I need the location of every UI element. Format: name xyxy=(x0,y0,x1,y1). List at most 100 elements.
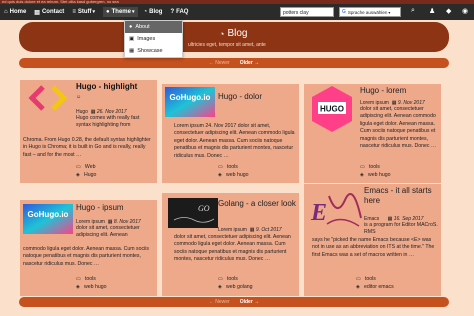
post-tags[interactable]: ◈ web golang xyxy=(218,284,253,290)
post-title[interactable]: Golang - a closer look xyxy=(218,199,296,209)
post-title[interactable]: Hugo - ipsum xyxy=(76,203,154,213)
nav-blog[interactable]: ◔ Blog xyxy=(144,9,163,15)
rss-icon: ◔ xyxy=(143,9,148,15)
nav-contact[interactable]: ▤ Contact xyxy=(34,9,64,16)
folder-icon: ▭ xyxy=(218,164,223,170)
search-icon[interactable]: ⌕ xyxy=(411,7,415,15)
post-excerpt-side: Hugo comes with really fast syntax highl… xyxy=(76,115,140,129)
hugo-highlight-thumbnail xyxy=(23,83,73,113)
language-select[interactable]: G Sprache auswählen ▾ xyxy=(339,7,401,17)
post-tags[interactable]: ◈ web hugo xyxy=(360,172,391,178)
folder-icon: ▭ xyxy=(76,164,81,170)
chevron-down-icon: ▾ xyxy=(92,9,96,15)
post-title[interactable]: Hugo - dolor xyxy=(218,92,296,102)
image-icon: ▣ xyxy=(129,36,135,42)
post-category-label: tools xyxy=(368,164,380,170)
post-title[interactable]: Hugo - lorem xyxy=(360,86,438,96)
older-link[interactable]: Older → xyxy=(240,299,259,305)
nav-blog-label: Blog xyxy=(149,9,163,15)
cart-icon: ≡ xyxy=(72,9,76,15)
post-category[interactable]: ▭ tools xyxy=(360,164,380,170)
info-icon: ● xyxy=(106,9,110,15)
post-excerpt: says he "picked the name Emacs because <… xyxy=(312,237,435,258)
top-navbar: ⌂ Home ▤ Contact ≡ Stuff ▾ ● Theme ▾ ◔ Blog ? FA… xyxy=(0,4,474,20)
post-tags-label: Hugo xyxy=(84,172,97,178)
nav-home-label: Home xyxy=(9,9,27,15)
post-category[interactable]: ▭ tools xyxy=(218,164,238,170)
post-tags-label: web hugo xyxy=(84,284,107,290)
nav-theme[interactable]: ● Theme ▾ xyxy=(103,7,138,17)
chevron-down-icon: ▾ xyxy=(388,9,391,15)
nav-stuff-label: Stuff xyxy=(77,9,92,15)
golang-handwriting-thumbnail: GO xyxy=(168,198,218,228)
menu-item-images-label: Images xyxy=(137,36,156,42)
post-tags-label: editor emacs xyxy=(364,284,394,290)
user-icon[interactable]: ♟ xyxy=(429,7,435,15)
menu-item-images[interactable]: ▣ Images xyxy=(125,33,182,45)
post-tags[interactable]: ◈ Hugo xyxy=(76,172,96,178)
post-author: Lorem ipsum xyxy=(218,227,247,233)
tags-icon: ◈ xyxy=(356,284,360,290)
post-date: 9. Oct 2017 xyxy=(255,227,282,233)
post-excerpt: Chroma. From Hugo 0.28, the default synt… xyxy=(23,137,151,158)
older-link[interactable]: Older → xyxy=(240,60,259,66)
github-icon[interactable]: ◉ xyxy=(462,7,468,15)
tags-icon: ◈ xyxy=(76,284,80,290)
nav-faq[interactable]: ? FAQ xyxy=(170,9,188,15)
post-meta: Lorem ipsum ▦ 9. Oct 2017 xyxy=(218,227,282,233)
post-author-icon: ☺ xyxy=(76,94,82,100)
post-excerpt: dolor sit amet, consectetuer adipiscing … xyxy=(174,234,291,263)
post-category[interactable]: ▭ tools xyxy=(76,276,96,282)
post-category-label: tools xyxy=(226,164,238,170)
search-input[interactable]: potters clay xyxy=(280,7,334,17)
menu-item-about-label: About xyxy=(135,24,150,30)
gohugo-logo-thumbnail: GoHugo.io xyxy=(23,204,73,234)
svg-text:E: E xyxy=(310,200,327,226)
menu-item-about[interactable]: ● About xyxy=(125,21,182,33)
post-title[interactable]: Emacs - it all starts here xyxy=(364,186,438,206)
post-category[interactable]: ▭ tools xyxy=(356,276,376,282)
page-subtitle: ultricies eget, tempor sit amet, ante xyxy=(188,42,266,48)
post-tags-label: web golang xyxy=(226,284,253,290)
theme-dropdown-menu: ● About ▣ Images ▦ Showcase xyxy=(124,20,183,58)
post-title[interactable]: Hugo - highlight xyxy=(76,82,154,92)
post-tags[interactable]: ◈ web hugo xyxy=(218,172,249,178)
bitbucket-icon[interactable]: ◆ xyxy=(446,7,451,15)
tags-icon: ◈ xyxy=(360,172,364,178)
page-title-label: Blog xyxy=(227,28,248,39)
post-tags-label: web hugo xyxy=(368,172,391,178)
menu-item-showcase[interactable]: ▦ Showcase xyxy=(125,45,182,57)
folder-icon: ▭ xyxy=(356,276,361,282)
page-title: ◔ Blog xyxy=(219,28,247,39)
info-icon: ● xyxy=(129,24,133,30)
nav-faq-label: FAQ xyxy=(176,9,189,15)
nav-stuff[interactable]: ≡ Stuff ▾ xyxy=(72,9,95,15)
newer-link: ← Newer xyxy=(208,60,230,66)
svg-text:GoHugo.io: GoHugo.io xyxy=(28,210,69,219)
tags-icon: ◈ xyxy=(76,172,80,178)
svg-text:GoHugo.io: GoHugo.io xyxy=(170,93,211,102)
post-category-label: tools xyxy=(364,276,376,282)
folder-icon: ▭ xyxy=(218,276,223,282)
contact-card-icon: ▤ xyxy=(34,9,40,16)
cubes-icon: ▦ xyxy=(129,48,135,54)
tags-icon: ◈ xyxy=(218,284,222,290)
post-category[interactable]: ▭ Web xyxy=(76,164,95,170)
home-icon: ⌂ xyxy=(4,9,8,15)
tags-icon: ◈ xyxy=(218,172,222,178)
svg-text:GO: GO xyxy=(198,204,210,213)
post-tags[interactable]: ◈ editor emacs xyxy=(356,284,394,290)
emacs-logo-thumbnail: E xyxy=(307,188,363,234)
post-excerpt-side: dolor sit amet, consectetuer adipiscing … xyxy=(76,225,140,239)
question-icon: ? xyxy=(170,9,175,15)
post-tags[interactable]: ◈ web hugo xyxy=(76,284,107,290)
post-category[interactable]: ▭ tools xyxy=(218,276,238,282)
nav-theme-label: Theme xyxy=(111,9,131,15)
pager-top: ← Newer Older → xyxy=(19,58,449,68)
nav-contact-label: Contact xyxy=(41,9,65,15)
post-category-label: tools xyxy=(84,276,96,282)
nav-home[interactable]: ⌂ Home xyxy=(4,9,26,15)
menu-item-showcase-label: Showcase xyxy=(137,48,163,54)
google-icon: G xyxy=(342,8,346,15)
gohugo-logo-thumbnail: GoHugo.io xyxy=(165,87,215,117)
